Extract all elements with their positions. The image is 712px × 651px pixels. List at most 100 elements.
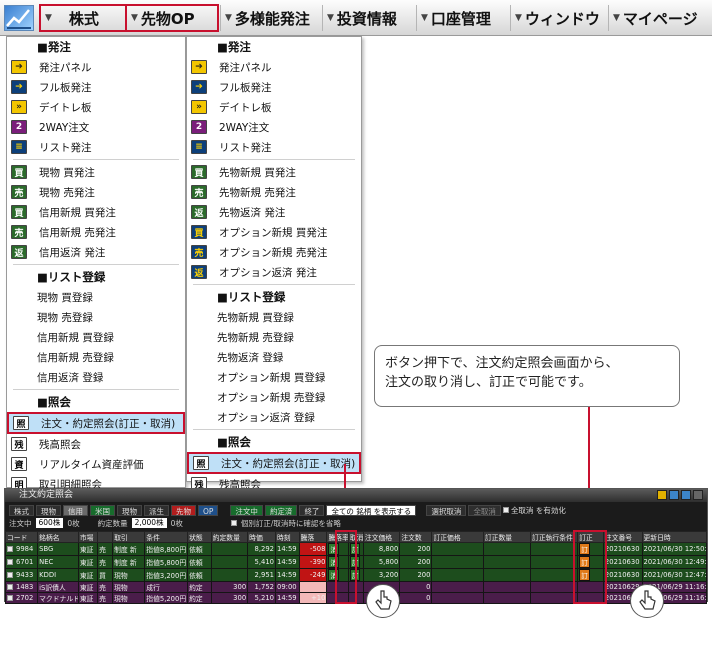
row-checkbox[interactable] — [7, 559, 13, 565]
menu-item-futures-buy[interactable]: 買先物新規 買発注 — [187, 162, 361, 182]
menu-item-list[interactable]: 現物 売登録 — [7, 307, 185, 327]
column-header[interactable]: 注文数 — [399, 531, 433, 543]
column-header[interactable]: 更新日時 — [641, 531, 707, 543]
menu-item-realtime-assets[interactable]: 資リアルタイム資産評価 — [7, 454, 185, 474]
tab-derivatives[interactable]: 派生 — [144, 504, 169, 516]
column-header[interactable]: 市場 — [77, 531, 99, 543]
menu-item-order-panel[interactable]: ➔ 発注パネル — [187, 57, 361, 77]
cancel-all-button[interactable]: 全取消 — [468, 504, 501, 516]
menu-item-margin-buy[interactable]: 買信用新規 買発注 — [7, 202, 185, 222]
menu-item-daytrade-board[interactable]: » デイトレ板 — [7, 97, 185, 117]
column-header[interactable]: 状態 — [187, 531, 212, 543]
list-order-icon: ≡ — [11, 140, 27, 154]
row-checkbox[interactable] — [7, 595, 13, 601]
menu-item-option-sell[interactable]: 売オプション新規 売発注 — [187, 242, 361, 262]
tab-ordering[interactable]: 注文中 — [230, 504, 263, 516]
column-header[interactable]: 注文番号 — [602, 531, 643, 543]
menu-item-list[interactable]: 信用返済 登録 — [7, 367, 185, 387]
cell-number: 20210630 — [602, 555, 643, 569]
row-checkbox[interactable] — [7, 572, 13, 578]
menu-item-list[interactable]: 信用新規 買登録 — [7, 327, 185, 347]
column-header[interactable]: 騰落 — [298, 531, 328, 543]
tab-options[interactable]: OP — [198, 504, 219, 516]
column-header[interactable]: コード — [4, 531, 39, 543]
menu-item-option-buy[interactable]: 買オプション新規 買発注 — [187, 222, 361, 242]
stock-code: 9433 — [16, 571, 34, 579]
cell-oprice: 8,800 — [362, 542, 401, 556]
menu-stocks[interactable]: ▼ 株式 — [39, 4, 127, 32]
cell-time: 14:59 — [275, 555, 300, 569]
menu-multi-order[interactable]: ▼ 多様能発注 — [220, 5, 320, 31]
column-header[interactable]: 銘柄名 — [37, 531, 79, 543]
menu-futures-options[interactable]: ▼ 先物OP — [125, 4, 219, 32]
menu-item-cash-buy[interactable]: 買現物 買発注 — [7, 162, 185, 182]
menu-item-list[interactable]: 先物新規 売登録 — [187, 327, 361, 347]
app-logo-icon[interactable] — [4, 5, 34, 31]
cell-chk-code: 2702 — [4, 592, 39, 604]
column-header[interactable]: 条件 — [144, 531, 189, 543]
tab-margin[interactable]: 信用 — [63, 504, 88, 516]
close-icon[interactable] — [693, 490, 703, 500]
menu-item-margin-sell[interactable]: 売信用新規 売発注 — [7, 222, 185, 242]
tab-us[interactable]: 米国 — [90, 504, 115, 516]
menu-item-2way[interactable]: 2 2WAY注文 — [187, 117, 361, 137]
settings-icon[interactable] — [669, 490, 679, 500]
menu-item-margin-close[interactable]: 返信用返済 発注 — [7, 242, 185, 262]
cell-chg — [298, 581, 328, 593]
tab-finished[interactable]: 終了 — [299, 504, 325, 516]
column-header[interactable]: 約定数量 — [210, 531, 249, 543]
column-header[interactable]: 取引 — [112, 531, 146, 543]
help-icon[interactable] — [681, 490, 691, 500]
column-header[interactable]: 訂正価格 — [431, 531, 484, 543]
menu-item-list[interactable]: オプション新規 買登録 — [187, 367, 361, 387]
tab-futures[interactable]: 先物 — [171, 504, 196, 516]
stock-filter-select[interactable]: 全ての 銘柄 を表示する — [326, 504, 417, 516]
cell-chg: -508 — [298, 542, 328, 556]
column-header[interactable]: 時刻 — [275, 531, 300, 543]
column-header[interactable]: 訂正執行条件 — [530, 531, 579, 543]
menu-item-list[interactable]: オプション新規 売登録 — [187, 387, 361, 407]
cell-side: 売 — [97, 555, 114, 569]
cell-mqty — [482, 592, 532, 604]
cash-buy-icon: 買 — [11, 165, 27, 179]
menu-item-futures-close[interactable]: 返先物返済 発注 — [187, 202, 361, 222]
menu-item-order-inquiry[interactable]: 照注文・約定照会(訂正・取消) — [187, 452, 361, 474]
menu-account[interactable]: ▼ 口座管理 — [416, 5, 508, 31]
menu-item-list-order[interactable]: ≡ リスト発注 — [7, 137, 185, 157]
menu-item-list[interactable]: 信用新規 売登録 — [7, 347, 185, 367]
menu-item-full-board[interactable]: ➔ フル板発注 — [187, 77, 361, 97]
tab-stocks[interactable]: 株式 — [9, 504, 34, 516]
menu-item-futures-sell[interactable]: 売先物新規 売発注 — [187, 182, 361, 202]
row-checkbox[interactable] — [7, 584, 13, 590]
cell-oprice: 3,200 — [362, 568, 401, 582]
tab-cash[interactable]: 現物 — [36, 504, 61, 516]
row-checkbox[interactable] — [7, 546, 13, 552]
menu-item-order-panel[interactable]: ➔ 発注パネル — [7, 57, 185, 77]
cell-state: 依頼 — [187, 542, 212, 556]
menu-item-list[interactable]: 現物 買登録 — [7, 287, 185, 307]
pin-icon[interactable] — [657, 490, 667, 500]
menu-investment-info[interactable]: ▼ 投資情報 — [322, 5, 414, 31]
menu-item-cash-sell[interactable]: 売現物 売発注 — [7, 182, 185, 202]
menu-item-list-order[interactable]: ≡ リスト発注 — [187, 137, 361, 157]
menu-item-full-board[interactable]: ➔ フル板発注 — [7, 77, 185, 97]
cancel-selected-button[interactable]: 選択取消 — [426, 504, 467, 516]
menu-mypage[interactable]: ▼ マイページ — [608, 5, 708, 31]
column-header[interactable]: 訂正数量 — [482, 531, 532, 543]
menu-item-balance[interactable]: 残残高照会 — [7, 434, 185, 454]
menu-item-2way[interactable]: 2 2WAY注文 — [7, 117, 185, 137]
tab-executed[interactable]: 約定済 — [264, 504, 298, 516]
column-header[interactable]: 注文価格 — [362, 531, 401, 543]
menu-item-list[interactable]: オプション返済 登録 — [187, 407, 361, 427]
menu-window[interactable]: ▼ ウィンドウ — [510, 5, 606, 31]
menu-item-daytrade-board[interactable]: » デイトレ板 — [187, 97, 361, 117]
menu-item-list[interactable]: 先物新規 買登録 — [187, 307, 361, 327]
daytrade-icon: » — [191, 100, 207, 114]
menu-item-option-close[interactable]: 返オプション返済 発注 — [187, 262, 361, 282]
skip-confirm-checkbox[interactable] — [230, 520, 237, 526]
menu-item-list[interactable]: 先物返済 登録 — [187, 347, 361, 367]
column-header[interactable]: 時価 — [247, 531, 277, 543]
enable-cancel-all-checkbox[interactable] — [502, 507, 509, 513]
menu-item-order-inquiry[interactable]: 照注文・約定照会(訂正・取消) — [7, 412, 185, 434]
tab-us-cash[interactable]: 現物 — [117, 504, 142, 516]
